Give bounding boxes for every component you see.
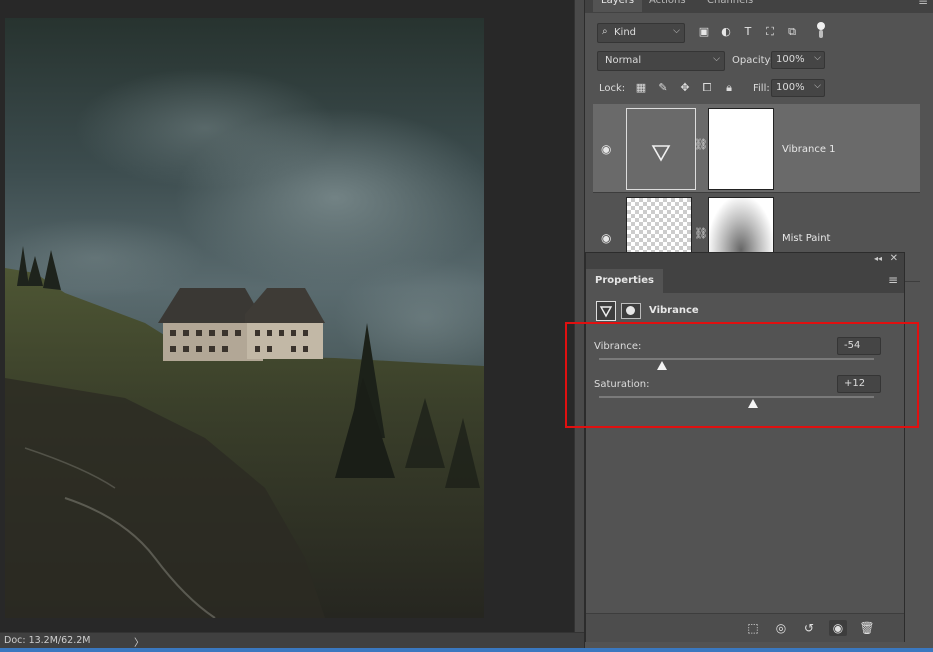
prevent-autonest-icon[interactable]: ⧠ bbox=[699, 80, 715, 96]
status-bar: Doc: 13.2M/62.2M 〉 bbox=[0, 632, 584, 649]
chain-link-icon[interactable]: ⛓ bbox=[694, 227, 708, 240]
type-layer-filter-icon[interactable]: T bbox=[739, 23, 757, 41]
lock-icons: ▦ ✎ ✥ ⧠ 🔒︎ bbox=[633, 80, 743, 96]
saturation-slider-group: Saturation: +12 bbox=[594, 375, 884, 411]
vibrance-value: -54 bbox=[844, 340, 861, 351]
taskbar-strip bbox=[0, 648, 933, 652]
lock-image-pixels-icon[interactable]: ✎ bbox=[655, 80, 671, 96]
tab-channels[interactable]: Channels bbox=[699, 0, 761, 12]
layer-filter-kind-select[interactable]: ⌕ Kind ⌵ bbox=[597, 23, 685, 43]
adjustment-layer-filter-icon[interactable]: ◐ bbox=[717, 23, 735, 41]
reset-adjustment-icon[interactable]: ↺ bbox=[800, 620, 818, 636]
shape-layer-filter-icon[interactable]: ⛶ bbox=[761, 23, 779, 41]
vibrance-adjustment-icon[interactable] bbox=[596, 301, 616, 321]
saturation-value-field[interactable]: +12 bbox=[837, 375, 881, 393]
fill-value: 100% bbox=[776, 82, 805, 93]
vibrance-slider-handle[interactable] bbox=[657, 361, 668, 370]
properties-panel: ◂◂ ✕ Properties ≡ Vibrance Vibrance: -54… bbox=[585, 252, 905, 642]
saturation-slider-handle[interactable] bbox=[748, 399, 758, 408]
filter-toggle-switch[interactable] bbox=[816, 22, 826, 38]
tab-properties[interactable]: Properties bbox=[586, 269, 663, 293]
tab-actions[interactable]: Actions bbox=[641, 0, 694, 12]
vibrance-slider-group: Vibrance: -54 bbox=[594, 337, 884, 373]
search-icon: ⌕ bbox=[602, 26, 608, 37]
collapse-panel-icon[interactable]: ◂◂ bbox=[874, 254, 882, 263]
adjustment-title: Vibrance bbox=[649, 305, 699, 316]
properties-footer: ⬚ ◎ ↺ ◉ 🗑︎ bbox=[586, 613, 904, 642]
chain-link-icon[interactable]: ⛓ bbox=[694, 138, 708, 151]
chevron-down-icon: ⌵ bbox=[673, 26, 680, 36]
visibility-eye-icon[interactable]: ◉ bbox=[601, 231, 611, 245]
fill-field[interactable]: 100% ⌵ bbox=[771, 79, 825, 97]
saturation-value: +12 bbox=[844, 378, 866, 389]
mask-icon[interactable] bbox=[621, 303, 641, 319]
saturation-label: Saturation: bbox=[594, 379, 650, 390]
chevron-down-icon: ⌵ bbox=[713, 54, 720, 64]
layer-row-vibrance-1[interactable]: ◉ ⛓ Vibrance 1 bbox=[593, 104, 920, 193]
lock-all-icon[interactable]: 🔒︎ bbox=[721, 80, 737, 96]
saturation-slider-track[interactable] bbox=[599, 396, 874, 398]
lock-label: Lock: bbox=[599, 83, 626, 94]
pixel-layer-filter-icon[interactable]: ▣ bbox=[695, 23, 713, 41]
chevron-down-icon[interactable]: ⌵ bbox=[814, 53, 821, 63]
close-icon[interactable]: ✕ bbox=[890, 253, 898, 264]
toggle-visibility-icon[interactable]: ◉ bbox=[829, 620, 847, 636]
lock-transparent-pixels-icon[interactable]: ▦ bbox=[633, 80, 649, 96]
fill-label: Fill: bbox=[753, 83, 770, 94]
lock-position-icon[interactable]: ✥ bbox=[677, 80, 693, 96]
vibrance-label: Vibrance: bbox=[594, 341, 642, 352]
document-canvas[interactable] bbox=[0, 0, 574, 632]
panel-menu-icon[interactable]: ≡ bbox=[918, 0, 928, 8]
vibrance-slider-track[interactable] bbox=[599, 358, 874, 360]
blend-mode-select[interactable]: Normal ⌵ bbox=[597, 51, 725, 71]
smart-object-filter-icon[interactable]: ⧉ bbox=[783, 23, 801, 41]
properties-panel-titlebar[interactable]: ◂◂ ✕ bbox=[586, 253, 904, 267]
chevron-down-icon[interactable]: ⌵ bbox=[814, 81, 821, 91]
layer-name[interactable]: Mist Paint bbox=[782, 233, 830, 244]
opacity-value: 100% bbox=[776, 54, 805, 65]
layer-filter-icons: ▣ ◐ T ⛶ ⧉ bbox=[695, 23, 805, 41]
delete-icon[interactable]: 🗑︎ bbox=[858, 620, 876, 636]
view-previous-state-icon[interactable]: ◎ bbox=[772, 620, 790, 636]
status-menu-arrow[interactable]: 〉 bbox=[134, 634, 144, 649]
opacity-field[interactable]: 100% ⌵ bbox=[771, 51, 825, 69]
adjustment-thumbnail[interactable] bbox=[626, 108, 696, 190]
layers-tab-bar: Layers Actions Channels ≡ bbox=[585, 0, 933, 13]
blend-mode-value: Normal bbox=[605, 55, 642, 66]
doc-size-readout: Doc: 13.2M/62.2M bbox=[4, 635, 91, 646]
panel-menu-icon[interactable]: ≡ bbox=[888, 273, 898, 287]
layer-name[interactable]: Vibrance 1 bbox=[782, 144, 836, 155]
canvas-image[interactable] bbox=[5, 18, 484, 618]
tab-layers[interactable]: Layers bbox=[593, 0, 643, 12]
vibrance-value-field[interactable]: -54 bbox=[837, 337, 881, 355]
properties-tab-bar: Properties ≡ bbox=[586, 267, 904, 293]
clip-to-layer-icon[interactable]: ⬚ bbox=[744, 620, 762, 636]
kind-select-label: Kind bbox=[614, 27, 637, 38]
opacity-label: Opacity: bbox=[732, 55, 774, 66]
visibility-eye-icon[interactable]: ◉ bbox=[601, 142, 611, 156]
layer-mask-thumbnail[interactable] bbox=[708, 108, 774, 190]
